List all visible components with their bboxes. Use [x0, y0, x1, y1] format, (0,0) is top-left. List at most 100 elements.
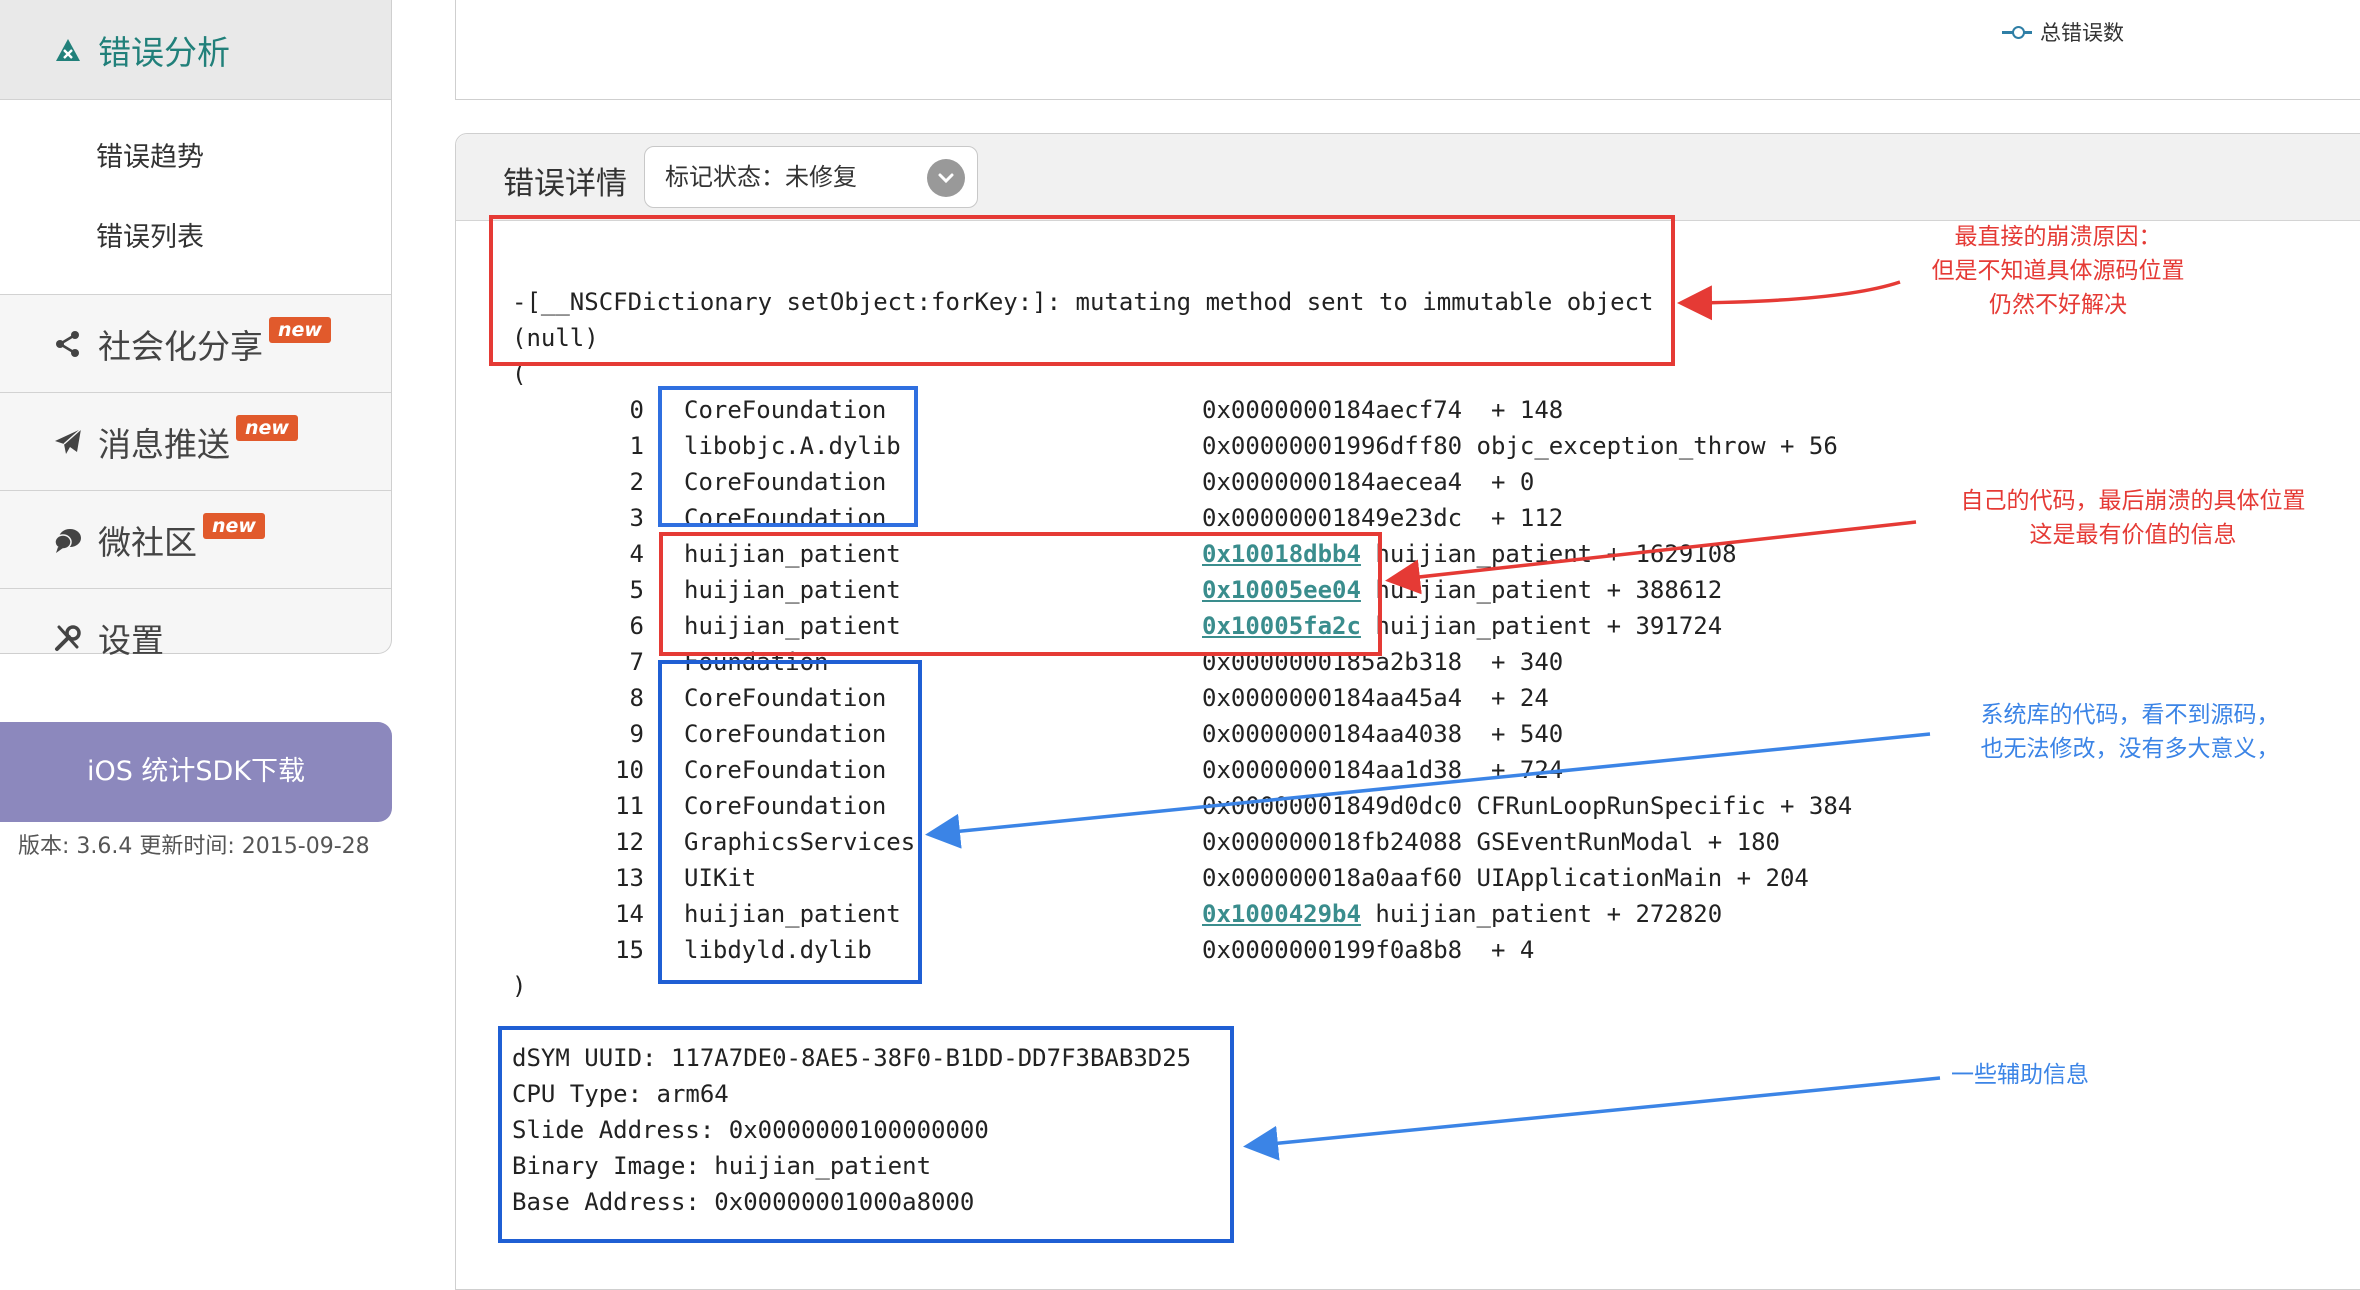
- frame-symbol: huijian_patient + 391724: [1375, 612, 1723, 640]
- frame-library: libobjc.A.dylib: [684, 432, 901, 460]
- sidebar-item-label: 设置: [98, 621, 164, 660]
- new-badge: new: [269, 316, 331, 343]
- frame-library: UIKit: [684, 864, 757, 892]
- sidebar-item-label: 社会化分享: [98, 326, 263, 366]
- frame-library: CoreFoundation: [684, 468, 887, 496]
- frame-index: 5: [629, 576, 644, 604]
- frame-symbol: CFRunLoopRunSpecific + 384: [1476, 792, 1853, 820]
- frame-address-link[interactable]: 0x10005ee04: [1202, 572, 1361, 608]
- frame-address: 0x0000000184aa45a4: [1202, 684, 1463, 712]
- legend-line-marker-icon: [2002, 25, 2032, 39]
- frame-symbol: + 24: [1476, 684, 1549, 712]
- version-info: 版本: 3.6.4 更新时间: 2015-09-28: [18, 834, 370, 859]
- frame-index: 9: [629, 720, 644, 748]
- frame-index: 11: [615, 792, 644, 820]
- frame-address: 0x00000001849e23dc: [1202, 504, 1463, 532]
- frame-library: huijian_patient: [684, 612, 901, 640]
- frame-address: 0x0000000199f0a8b8: [1202, 936, 1463, 964]
- frame-symbol: + 724: [1476, 756, 1564, 784]
- new-badge: new: [203, 512, 265, 539]
- frame-library: CoreFoundation: [684, 504, 887, 532]
- sidebar-item-settings[interactable]: 设置: [0, 589, 391, 687]
- frame-symbol: huijian_patient + 1629108: [1375, 540, 1737, 568]
- frame-library: huijian_patient: [684, 900, 901, 928]
- frame-library: CoreFoundation: [684, 792, 887, 820]
- detail-title: 错误详情: [503, 166, 627, 202]
- frame-address-link[interactable]: 0x10005fa2c: [1202, 608, 1361, 644]
- frame-library: CoreFoundation: [684, 684, 887, 712]
- sidebar-item-community[interactable]: 微社区 new: [0, 491, 391, 589]
- frame-library: CoreFoundation: [684, 396, 887, 424]
- annotation-crash-reason: 最直接的崩溃原因： 但是不知道具体源码位置 仍然不好解决: [1931, 224, 2185, 318]
- detail-header: 错误详情 标记状态：未修复: [456, 134, 2360, 221]
- frame-symbol: objc_exception_throw + 56: [1476, 432, 1838, 460]
- sidebar-subitem-error-trend[interactable]: 错误趋势: [0, 118, 391, 198]
- chevron-down-icon[interactable]: [927, 159, 965, 197]
- frame-address: 0x000000018a0aaf60: [1202, 864, 1463, 892]
- sidebar: 错误分析 错误趋势 错误列表 社会化分享 new 消息推送 new 微社区 ne…: [0, 0, 392, 660]
- frame-address-link[interactable]: 0x10018dbb4: [1202, 536, 1361, 572]
- frame-address: 0x0000000184aecf74: [1202, 396, 1463, 424]
- sidebar-item-label: 微社区: [98, 522, 197, 562]
- frame-index: 7: [629, 648, 644, 676]
- chat-bubble-icon: [50, 522, 86, 558]
- dsym-info-line: Binary Image: huijian_patient: [512, 1152, 932, 1180]
- frame-library: huijian_patient: [684, 540, 901, 568]
- dsym-info-line: dSYM UUID: 117A7DE0-8AE5-38F0-B1DD-DD7F3…: [512, 1044, 1192, 1072]
- frame-index: 8: [629, 684, 644, 712]
- frame-address-link[interactable]: 0x1000429b4: [1202, 896, 1361, 932]
- frame-address: 0x0000000185a2b318: [1202, 648, 1463, 676]
- frame-symbol: + 0: [1476, 468, 1535, 496]
- frame-symbol: + 112: [1476, 504, 1564, 532]
- frame-index: 12: [615, 828, 644, 856]
- ios-sdk-download-button[interactable]: iOS 统计SDK下载: [0, 722, 392, 822]
- sidebar-subitem-error-list[interactable]: 错误列表: [0, 198, 391, 278]
- frame-library: Foundation: [684, 648, 829, 676]
- legend-label: 总错误数: [2040, 21, 2124, 45]
- frame-address: 0x000000018fb24088: [1202, 828, 1463, 856]
- sidebar-item-push[interactable]: 消息推送 new: [0, 393, 391, 491]
- annotation-own-code: 自己的代码，最后崩溃的具体位置 这是最有价值的信息: [1960, 488, 2306, 548]
- error-analysis-icon: [50, 32, 86, 68]
- status-select-value: 标记状态：未修复: [665, 163, 857, 191]
- stack-open-paren: (: [512, 360, 527, 388]
- frame-address: 0x0000000184aecea4: [1202, 468, 1463, 496]
- dsym-info-line: CPU Type: arm64: [512, 1080, 729, 1108]
- frame-address: 0x0000000184aa1d38: [1202, 756, 1463, 784]
- frame-index: 13: [615, 864, 644, 892]
- annotation-system-lib: 系统库的代码，看不到源码， 也无法修改，没有多大意义，: [1980, 702, 2280, 762]
- sidebar-item-label: 消息推送: [98, 424, 230, 464]
- frame-index: 14: [615, 900, 644, 928]
- frame-library: huijian_patient: [684, 576, 901, 604]
- paper-plane-icon: [50, 424, 86, 460]
- frame-address: 0x00000001996dff80: [1202, 432, 1463, 460]
- status-select[interactable]: 标记状态：未修复: [644, 146, 978, 208]
- frame-symbol: huijian_patient + 272820: [1375, 900, 1723, 928]
- exception-message-null: (null): [512, 324, 599, 352]
- frame-library: libdyld.dylib: [684, 936, 872, 964]
- frame-index: 2: [629, 468, 644, 496]
- frame-library: CoreFoundation: [684, 756, 887, 784]
- frame-index: 1: [629, 432, 644, 460]
- frame-index: 3: [629, 504, 644, 532]
- frame-symbol: + 540: [1476, 720, 1564, 748]
- frame-symbol: huijian_patient + 388612: [1375, 576, 1723, 604]
- frame-library: CoreFoundation: [684, 720, 887, 748]
- frame-index: 15: [615, 936, 644, 964]
- sidebar-item-social-share[interactable]: 社会化分享 new: [0, 295, 391, 393]
- dsym-info-line: Base Address: 0x00000001000a8000: [512, 1188, 975, 1216]
- frame-symbol: + 4: [1476, 936, 1535, 964]
- annotation-aux-info: 一些辅助信息: [1951, 1062, 2089, 1088]
- frame-index: 4: [629, 540, 644, 568]
- error-chart-panel: 总错误数: [455, 0, 2360, 100]
- exception-message-line: -[__NSCFDictionary setObject:forKey:]: m…: [512, 288, 1654, 316]
- frame-index: 6: [629, 612, 644, 640]
- chart-legend[interactable]: 总错误数: [2002, 17, 2124, 47]
- frame-symbol: GSEventRunModal + 180: [1476, 828, 1780, 856]
- sidebar-item-label: 错误分析: [98, 32, 230, 72]
- dsym-info-line: Slide Address: 0x0000000100000000: [512, 1116, 989, 1144]
- frame-symbol: + 340: [1476, 648, 1564, 676]
- sidebar-item-error-analysis[interactable]: 错误分析: [0, 0, 391, 100]
- frame-index: 0: [629, 396, 644, 424]
- stack-close-paren: ): [512, 972, 527, 1000]
